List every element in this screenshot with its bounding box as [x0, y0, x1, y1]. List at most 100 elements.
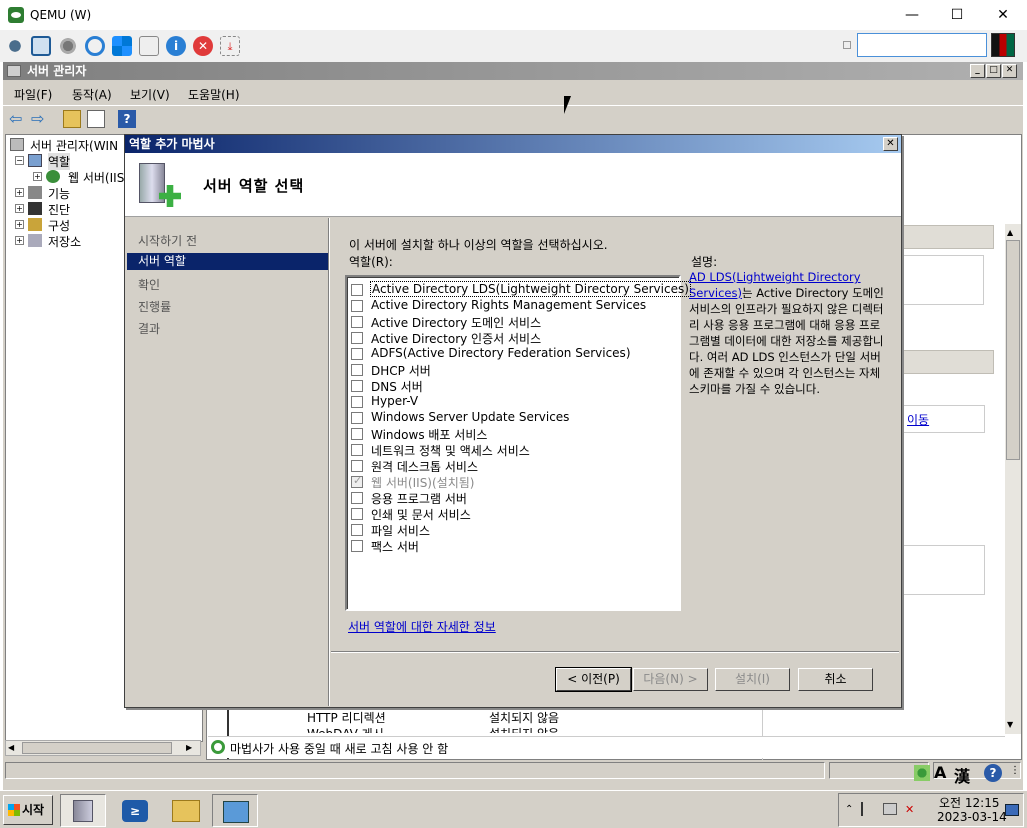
- help-icon[interactable]: ?: [984, 764, 1002, 782]
- network-icon[interactable]: [883, 803, 897, 815]
- role-checkbox[interactable]: [351, 412, 363, 424]
- role-checkbox[interactable]: [351, 460, 363, 472]
- back-button[interactable]: < 이전(P): [555, 667, 632, 692]
- role-checkbox[interactable]: [351, 524, 363, 536]
- expand-icon[interactable]: +: [15, 236, 24, 245]
- minimize-button[interactable]: —: [892, 4, 932, 26]
- role-item[interactable]: 파일 서비스: [371, 522, 430, 539]
- clock-time[interactable]: 오전 12:15: [939, 794, 999, 811]
- collapse-icon[interactable]: −: [15, 156, 24, 165]
- sm-minimize-button[interactable]: _: [970, 64, 985, 78]
- tree-features[interactable]: 기능: [48, 185, 70, 202]
- maximize-button[interactable]: ☐: [937, 4, 977, 26]
- disk-icon[interactable]: [139, 36, 159, 56]
- input-mode[interactable]: A: [934, 763, 946, 782]
- search-input[interactable]: [857, 33, 987, 57]
- options-icon[interactable]: ⋮: [1010, 765, 1020, 776]
- menu-view[interactable]: 보기(V): [130, 86, 170, 103]
- tree-configuration[interactable]: 구성: [48, 217, 70, 234]
- forward-arrow-icon[interactable]: ⇨: [31, 110, 49, 128]
- expand-icon[interactable]: +: [15, 204, 24, 213]
- role-checkbox[interactable]: [351, 300, 363, 312]
- details-vertical-scrollbar[interactable]: ▲ ▼: [1005, 224, 1021, 734]
- clock-date[interactable]: 2023-03-14: [937, 810, 1007, 824]
- show-desktop-icon[interactable]: [1005, 804, 1019, 816]
- role-checkbox[interactable]: [351, 316, 363, 328]
- role-item[interactable]: Active Directory Rights Management Servi…: [371, 298, 646, 312]
- role-item[interactable]: Active Directory 도메인 서비스: [371, 314, 541, 331]
- taskbar-wizard[interactable]: [212, 794, 258, 827]
- scroll-right-icon[interactable]: ▶: [186, 743, 196, 753]
- move-link[interactable]: 이동: [907, 411, 929, 428]
- taskbar-powershell[interactable]: ≥: [112, 794, 158, 827]
- menu-action[interactable]: 동작(A): [72, 86, 112, 103]
- role-item[interactable]: DNS 서버: [371, 378, 423, 395]
- settings-cog-icon[interactable]: [5, 36, 25, 56]
- close-button[interactable]: ✕: [983, 4, 1023, 26]
- refresh-icon[interactable]: [85, 36, 105, 56]
- help-icon[interactable]: ?: [118, 110, 136, 128]
- role-checkbox[interactable]: [351, 428, 363, 440]
- role-item[interactable]: DHCP 서버: [371, 362, 431, 379]
- scroll-left-icon[interactable]: ◀: [8, 743, 18, 753]
- menu-file[interactable]: 파일(F): [14, 86, 52, 103]
- show-hide-tree-icon[interactable]: [87, 110, 105, 128]
- role-item[interactable]: 네트워크 정책 및 액세스 서비스: [371, 442, 530, 459]
- taskbar-explorer[interactable]: [162, 794, 208, 827]
- tree-diagnostics[interactable]: 진단: [48, 201, 70, 218]
- role-item[interactable]: Active Directory 인증서 서비스: [371, 330, 541, 347]
- expand-icon[interactable]: +: [15, 188, 24, 197]
- gear-icon[interactable]: [58, 36, 78, 56]
- scroll-down-icon[interactable]: ▼: [1007, 720, 1013, 729]
- snapshot-icon[interactable]: ⤓: [220, 36, 240, 56]
- nav-server-roles[interactable]: 서버 역할: [127, 253, 328, 270]
- role-item[interactable]: 인쇄 및 문서 서비스: [371, 506, 471, 523]
- role-checkbox[interactable]: [351, 380, 363, 392]
- expand-icon[interactable]: +: [33, 172, 42, 181]
- hanja-button[interactable]: 漢: [954, 763, 970, 787]
- info-icon[interactable]: i: [166, 36, 186, 56]
- volume-muted-icon[interactable]: ✕: [905, 803, 919, 816]
- more-info-link[interactable]: 서버 역할에 대한 자세한 정보: [348, 618, 496, 635]
- sm-close-button[interactable]: ✕: [1002, 64, 1017, 78]
- role-checkbox[interactable]: [351, 444, 363, 456]
- role-item[interactable]: 응용 프로그램 서버: [371, 490, 467, 507]
- role-item[interactable]: 원격 데스크톱 서비스: [371, 458, 478, 475]
- role-checkbox[interactable]: [351, 492, 363, 504]
- role-checkbox[interactable]: [351, 284, 363, 296]
- role-item[interactable]: ADFS(Active Directory Federation Service…: [371, 346, 631, 360]
- chevron-up-icon[interactable]: ⌃: [845, 804, 853, 815]
- fullscreen-icon[interactable]: [31, 36, 51, 56]
- scroll-thumb[interactable]: [22, 742, 172, 754]
- role-item[interactable]: 팩스 서버: [371, 538, 419, 555]
- role-item[interactable]: Windows 배포 서비스: [371, 426, 487, 443]
- display-icon[interactable]: [991, 33, 1015, 57]
- role-checkbox[interactable]: [351, 396, 363, 408]
- expand-icon[interactable]: +: [15, 220, 24, 229]
- role-checkbox[interactable]: [351, 364, 363, 376]
- cancel-button[interactable]: 취소: [798, 668, 873, 691]
- menu-help[interactable]: 도움말(H): [188, 86, 240, 103]
- roles-list[interactable]: Active Directory LDS(Lightweight Directo…: [345, 275, 691, 611]
- install-button[interactable]: 설치(I): [715, 668, 790, 691]
- role-checkbox[interactable]: [351, 332, 363, 344]
- role-checkbox[interactable]: [351, 508, 363, 520]
- scroll-thumb[interactable]: [1006, 240, 1020, 460]
- tree-storage[interactable]: 저장소: [48, 233, 81, 250]
- nav-before-you-begin[interactable]: 시작하기 전: [138, 232, 197, 249]
- next-button[interactable]: 다음(N) >: [633, 668, 708, 691]
- taskbar-server-manager[interactable]: [60, 794, 106, 827]
- tree-web-server[interactable]: 웹 서버(IIS: [68, 169, 124, 186]
- stop-icon[interactable]: ✕: [193, 36, 213, 56]
- back-arrow-icon[interactable]: ⇦: [9, 110, 27, 128]
- start-button[interactable]: 시작: [3, 795, 53, 825]
- tree-horizontal-scrollbar[interactable]: ◀ ▶: [5, 740, 201, 756]
- folder-up-icon[interactable]: [63, 110, 81, 128]
- tree-root[interactable]: 서버 관리자(WIN: [30, 137, 118, 154]
- tree-roles[interactable]: 역할: [48, 153, 71, 170]
- role-item[interactable]: Hyper-V: [371, 394, 418, 408]
- role-checkbox[interactable]: [351, 540, 363, 552]
- sm-restore-button[interactable]: □: [986, 64, 1001, 78]
- role-item[interactable]: Active Directory LDS(Lightweight Directo…: [370, 281, 691, 297]
- ime-icon[interactable]: [914, 765, 930, 781]
